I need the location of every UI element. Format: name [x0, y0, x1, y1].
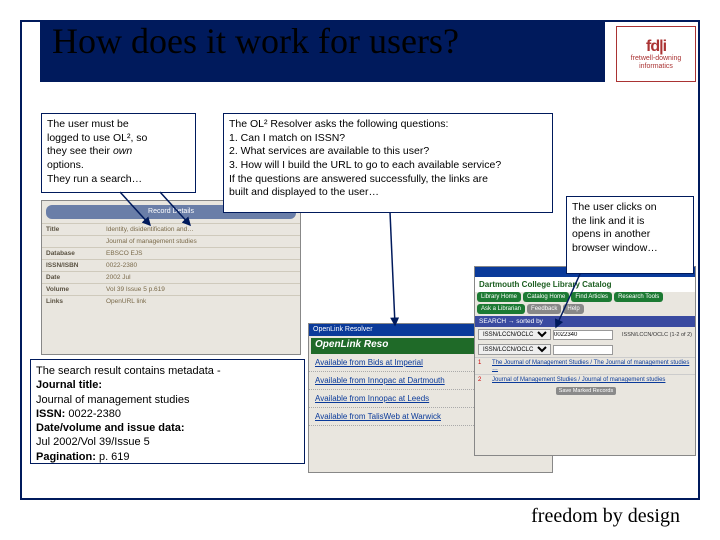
screenshot-catalog: Dartmouth College Library Catalog Librar… [474, 266, 696, 456]
logo-line2: informatics [639, 63, 673, 71]
record-row: VolumeVol 39 Issue 5 p.619 [42, 283, 300, 295]
text: Jul 2002/Vol 39/Issue 5 [36, 435, 299, 449]
text: If the questions are answered successful… [229, 173, 547, 187]
search-field-row-2: ISSN/LCCN/OCLC [475, 342, 695, 357]
logo-mark: fd|i [646, 38, 666, 56]
text: options. [47, 159, 190, 173]
catalog-banner: Dartmouth College Library Catalog [475, 277, 695, 292]
field-label: ISSN/LCCN/OCLC (1-2 of 2) [622, 332, 692, 338]
text: 2. What services are available to this u… [229, 145, 547, 159]
catalog-tab[interactable]: Library Home [477, 292, 521, 302]
text: Journal of management studies [36, 393, 299, 407]
text: browser window… [572, 242, 688, 256]
record-row: Journal of management studies [42, 235, 300, 247]
result-row[interactable]: 1The Journal of Management Studies / The… [475, 357, 695, 374]
catalog-tab[interactable]: Find Articles [571, 292, 612, 302]
callout-resolver-questions: The OL² Resolver asks the following ques… [223, 113, 553, 213]
text: ISSN: 0022-2380 [36, 407, 299, 421]
catalog-tab[interactable]: Research Tools [614, 292, 663, 302]
search-field-row: ISSN/LCCN/OCLC ISSN/LCCN/OCLC (1-2 of 2) [475, 327, 695, 342]
save-records-button[interactable]: Save Marked Records [556, 387, 616, 395]
text: The OL² Resolver asks the following ques… [229, 118, 547, 132]
search-bar: SEARCH → sorted by [475, 316, 695, 327]
callout-user-clicks-link: The user clicks on the link and it is op… [566, 196, 694, 274]
text: 1. Can I match on ISSN? [229, 132, 547, 146]
text: They run a search… [47, 173, 190, 187]
text: built and displayed to the user… [229, 186, 547, 200]
catalog-tabs: Library HomeCatalog HomeFind ArticlesRes… [475, 292, 695, 316]
text: The search result contains metadata - [36, 364, 299, 378]
text: Journal title: [36, 378, 299, 392]
text: Date/volume and issue data: [36, 421, 299, 435]
text: Pagination: p. 619 [36, 450, 299, 464]
callout-metadata: The search result contains metadata - Jo… [30, 359, 305, 464]
record-row: Date2002 Jul [42, 271, 300, 283]
record-row: LinksOpenURL link [42, 295, 300, 307]
text: The user clicks on [572, 201, 688, 215]
text: The user must be [47, 118, 190, 132]
callout-user-logged-in: The user must be logged to use OL², so t… [41, 113, 196, 193]
catalog-tab[interactable]: Catalog Home [523, 292, 569, 302]
logo-line1: fretwell-downing [631, 55, 682, 63]
record-row: DatabaseEBSCO EJS [42, 247, 300, 259]
logo-fdi: fd|i fretwell-downing informatics [616, 26, 696, 82]
text: 3. How will I build the URL to go to eac… [229, 159, 547, 173]
slide-title: How does it work for users? [52, 20, 459, 62]
text: they see their own [47, 145, 190, 159]
record-row: ISSN/ISBN0022-2380 [42, 259, 300, 271]
search-input[interactable] [553, 330, 613, 340]
search-input-2[interactable] [553, 345, 613, 355]
tagline: freedom by design [531, 505, 680, 528]
search-type-select[interactable]: ISSN/LCCN/OCLC [478, 329, 551, 340]
text: opens in another [572, 228, 688, 242]
text: logged to use OL², so [47, 132, 190, 146]
search-type-select-2[interactable]: ISSN/LCCN/OCLC [478, 344, 551, 355]
text: the link and it is [572, 215, 688, 229]
result-row[interactable]: 2Journal of Management Studies / Journal… [475, 374, 695, 385]
catalog-tab[interactable]: Help [563, 304, 583, 314]
screenshot-search-result: Record Details TitleIdentity, disidentif… [41, 200, 301, 355]
catalog-tab[interactable]: Feedback [527, 304, 561, 314]
record-row: TitleIdentity, disidentification and… [42, 223, 300, 235]
catalog-tab[interactable]: Ask a Librarian [477, 304, 525, 314]
